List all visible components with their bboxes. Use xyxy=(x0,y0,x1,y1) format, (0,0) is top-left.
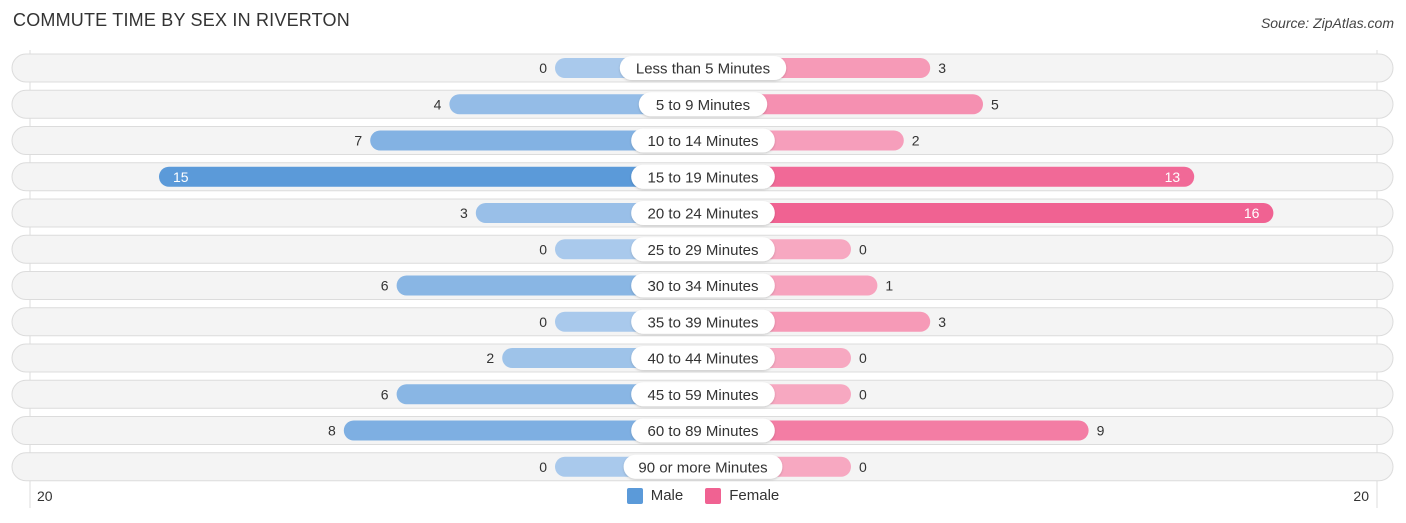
value-label-female: 3 xyxy=(938,60,946,76)
legend-item-male[interactable]: Male xyxy=(626,487,684,504)
value-label-male: 3 xyxy=(460,205,468,221)
chart-canvas: Less than 5 Minutes 0 3 5 to 9 Minutes 4 5 10 … xyxy=(11,50,1394,508)
category-label: 30 to 34 Minutes xyxy=(648,278,759,295)
category-label: 90 or more Minutes xyxy=(638,459,767,476)
value-label-female: 0 xyxy=(859,350,867,366)
value-label-female: 3 xyxy=(938,314,946,330)
category-label: 20 to 24 Minutes xyxy=(648,206,759,223)
value-label-female: 9 xyxy=(1097,423,1105,439)
value-label-male: 0 xyxy=(539,314,547,330)
value-label-female: 2 xyxy=(912,133,920,149)
bar-male xyxy=(159,166,703,187)
value-label-male: 0 xyxy=(539,60,547,76)
value-label-male: 6 xyxy=(381,386,389,402)
value-label-male: 6 xyxy=(381,278,389,294)
chart-row: 20 to 24 Minutes 3 16 xyxy=(11,198,1394,228)
category-label: 15 to 19 Minutes xyxy=(648,169,759,186)
category-label: 35 to 39 Minutes xyxy=(648,314,759,331)
bar-female xyxy=(703,203,1274,223)
chart-row: 45 to 59 Minutes 6 0 xyxy=(11,379,1394,409)
value-label-female: 0 xyxy=(859,386,867,402)
category-label: 60 to 89 Minutes xyxy=(648,423,759,440)
value-label-male: 0 xyxy=(539,459,547,475)
chart-row: 25 to 29 Minutes 0 0 xyxy=(11,234,1394,264)
chart-row: 60 to 89 Minutes 8 9 xyxy=(11,416,1394,445)
legend-swatch-female xyxy=(705,487,722,504)
chart-row: 5 to 9 Minutes 4 5 xyxy=(11,89,1394,119)
value-label-male: 7 xyxy=(354,133,362,149)
value-label-male: 15 xyxy=(173,169,189,185)
chart-row: 30 to 34 Minutes 6 1 xyxy=(11,271,1394,300)
category-label: Less than 5 Minutes xyxy=(636,61,770,78)
chart-row: 40 to 44 Minutes 2 0 xyxy=(11,343,1394,373)
category-label: 25 to 29 Minutes xyxy=(648,242,759,259)
chart-row: Less than 5 Minutes 0 3 xyxy=(11,53,1394,83)
legend: Male Female xyxy=(0,487,1406,504)
chart-row: 15 to 19 Minutes 15 13 xyxy=(11,162,1394,192)
value-label-female: 16 xyxy=(1244,205,1260,221)
value-label-female: 0 xyxy=(859,241,867,257)
category-label: 10 to 14 Minutes xyxy=(648,133,759,150)
legend-item-female[interactable]: Female xyxy=(705,487,779,504)
value-label-male: 2 xyxy=(486,350,494,366)
legend-label-female: Female xyxy=(729,487,780,504)
bar-female xyxy=(703,166,1195,187)
value-label-male: 4 xyxy=(434,96,442,112)
value-label-female: 5 xyxy=(991,96,999,112)
value-label-female: 0 xyxy=(859,459,867,475)
value-label-male: 8 xyxy=(328,423,336,439)
value-label-female: 13 xyxy=(1165,169,1181,185)
category-label: 45 to 59 Minutes xyxy=(648,387,759,404)
chart-row: 90 or more Minutes 0 0 xyxy=(11,452,1394,482)
value-label-male: 0 xyxy=(539,241,547,257)
category-label: 40 to 44 Minutes xyxy=(648,351,759,368)
value-label-female: 1 xyxy=(885,278,893,294)
chart-row: 10 to 14 Minutes 7 2 xyxy=(11,126,1394,155)
chart-row: 35 to 39 Minutes 0 3 xyxy=(11,307,1394,337)
legend-swatch-male xyxy=(626,487,643,504)
legend-label-male: Male xyxy=(650,487,684,504)
category-label: 5 to 9 Minutes xyxy=(656,97,750,114)
